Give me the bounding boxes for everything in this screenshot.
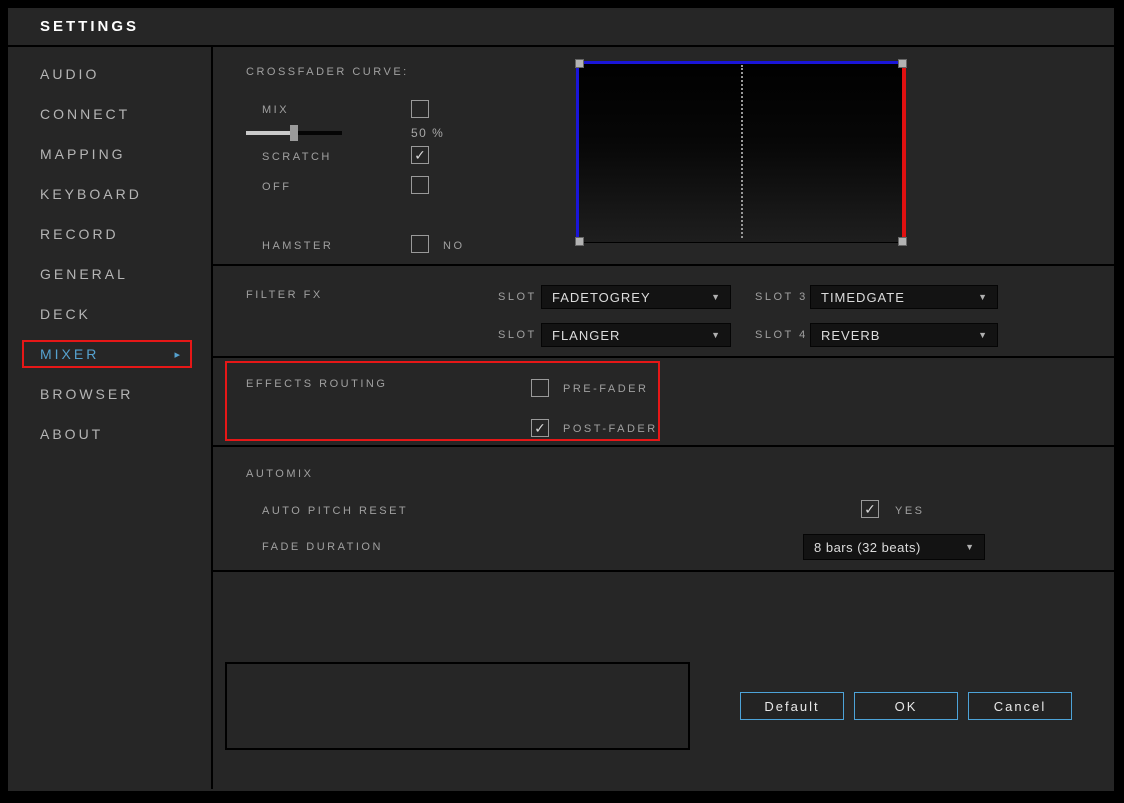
graph-handle-top-left[interactable] (575, 59, 584, 68)
cancel-button[interactable]: Cancel (968, 692, 1072, 720)
slider-track-empty (294, 131, 342, 135)
settings-window: SETTINGS AUDIO CONNECT MAPPING KEYBOARD … (8, 8, 1114, 791)
mixer-selection-highlight (22, 340, 192, 368)
sidebar-item-deck[interactable]: DECK (8, 294, 211, 334)
info-box (225, 662, 690, 750)
slot4-dropdown[interactable]: REVERB ▼ (810, 323, 998, 347)
crossfader-curve-label: CROSSFADER CURVE: (246, 66, 409, 78)
pre-fader-checkbox[interactable] (531, 379, 549, 397)
title-bar: SETTINGS (8, 8, 1114, 47)
slider-handle[interactable] (290, 125, 298, 141)
ok-button[interactable]: OK (854, 692, 958, 720)
settings-sidebar: AUDIO CONNECT MAPPING KEYBOARD RECORD GE… (8, 47, 213, 789)
pre-fader-label: PRE-FADER (563, 383, 648, 395)
effects-routing-label: EFFECTS ROUTING (246, 378, 387, 390)
dropdown-arrow-icon: ▼ (711, 330, 720, 340)
slot2-dropdown[interactable]: FLANGER ▼ (541, 323, 731, 347)
sidebar-item-browser[interactable]: BROWSER (8, 374, 211, 414)
sidebar-item-connect[interactable]: CONNECT (8, 94, 211, 134)
slot4-label: SLOT 4 (755, 329, 808, 341)
hamster-label: HAMSTER (262, 240, 333, 252)
dropdown-arrow-icon: ▼ (978, 292, 987, 302)
graph-blue-curve-left (576, 61, 579, 242)
graph-center-dotted-line (741, 65, 743, 238)
graph-handle-top-right[interactable] (898, 59, 907, 68)
graph-red-curve-right (902, 61, 906, 242)
hamster-value-label: NO (443, 240, 465, 252)
submenu-arrow-icon: ▸ (174, 348, 183, 361)
sidebar-item-audio[interactable]: AUDIO (8, 54, 211, 94)
auto-pitch-reset-label: AUTO PITCH RESET (262, 505, 408, 517)
settings-content: CROSSFADER CURVE: MIX 50 % SCRATCH ✓ OFF… (213, 47, 1114, 789)
automix-section: AUTOMIX AUTO PITCH RESET ✓ YES FADE DURA… (213, 447, 1114, 572)
sidebar-item-keyboard[interactable]: KEYBOARD (8, 174, 211, 214)
sidebar-item-general[interactable]: GENERAL (8, 254, 211, 294)
sidebar-item-mapping[interactable]: MAPPING (8, 134, 211, 174)
automix-label: AUTOMIX (246, 468, 313, 480)
dropdown-arrow-icon: ▼ (711, 292, 720, 302)
mix-checkbox[interactable] (411, 100, 429, 118)
slider-value: 50 % (411, 126, 444, 140)
post-fader-checkbox[interactable]: ✓ (531, 419, 549, 437)
effects-routing-section: EFFECTS ROUTING PRE-FADER ✓ POST-FADER (213, 358, 1114, 447)
crossfader-curve-graph[interactable] (576, 61, 906, 243)
hamster-checkbox[interactable] (411, 235, 429, 253)
auto-pitch-reset-checkbox[interactable]: ✓ (861, 500, 879, 518)
default-button[interactable]: Default (740, 692, 844, 720)
dropdown-arrow-icon: ▼ (965, 542, 974, 552)
fade-duration-label: FADE DURATION (262, 541, 383, 553)
scratch-label: SCRATCH (262, 151, 332, 163)
window-title: SETTINGS (40, 18, 139, 35)
sidebar-item-record[interactable]: RECORD (8, 214, 211, 254)
slot3-label: SLOT 3 (755, 291, 808, 303)
dropdown-arrow-icon: ▼ (978, 330, 987, 340)
graph-handle-bottom-left[interactable] (575, 237, 584, 246)
filter-fx-section: FILTER FX SLOT 1 FADETOGREY ▼ SLOT 2 FLA… (213, 266, 1114, 358)
sidebar-item-mixer[interactable]: MIXER ▸ (8, 334, 211, 374)
auto-pitch-reset-value-label: YES (895, 505, 925, 517)
graph-handle-bottom-right[interactable] (898, 237, 907, 246)
footer-section: Default OK Cancel (213, 572, 1114, 783)
mix-label: MIX (262, 104, 289, 116)
filter-fx-label: FILTER FX (246, 289, 323, 301)
slider-track-filled (246, 131, 294, 135)
crossfader-curve-section: CROSSFADER CURVE: MIX 50 % SCRATCH ✓ OFF… (213, 47, 1114, 266)
slot3-dropdown[interactable]: TIMEDGATE ▼ (810, 285, 998, 309)
fade-duration-dropdown[interactable]: 8 bars (32 beats) ▼ (803, 534, 985, 560)
graph-blue-curve-top (576, 61, 906, 64)
mix-curve-slider[interactable] (246, 125, 342, 141)
slot1-dropdown[interactable]: FADETOGREY ▼ (541, 285, 731, 309)
post-fader-label: POST-FADER (563, 423, 658, 435)
off-label: OFF (262, 181, 292, 193)
scratch-checkbox[interactable]: ✓ (411, 146, 429, 164)
off-checkbox[interactable] (411, 176, 429, 194)
sidebar-item-about[interactable]: ABOUT (8, 414, 211, 454)
